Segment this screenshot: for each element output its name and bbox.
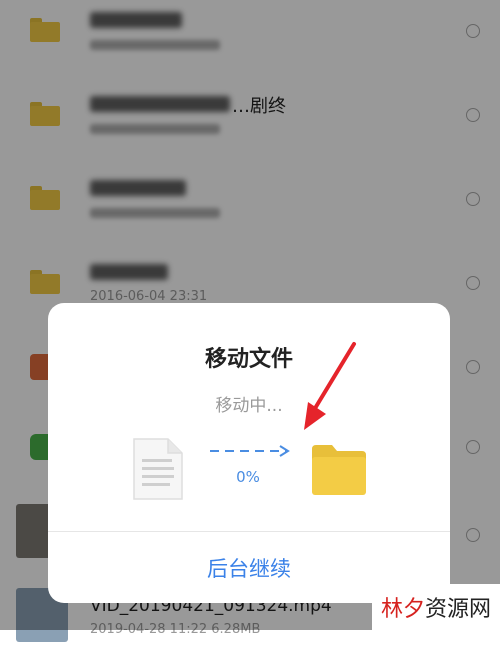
annotation-arrow-icon xyxy=(304,342,356,430)
watermark-text: 林夕 xyxy=(380,597,425,622)
watermark-text: 资源网 xyxy=(425,597,492,622)
dashed-arrow-right-icon xyxy=(210,445,290,457)
move-file-dialog: 移动文件 移动中... 0% 后台继续 xyxy=(48,303,450,603)
progress-percent: 0% xyxy=(236,468,260,486)
watermark-logo: 林夕 资源网 xyxy=(372,584,500,630)
dialog-status: 移动中... xyxy=(215,396,283,416)
folder-icon xyxy=(312,445,366,495)
dialog-title: 移动文件 xyxy=(204,347,293,372)
document-icon xyxy=(133,438,183,500)
